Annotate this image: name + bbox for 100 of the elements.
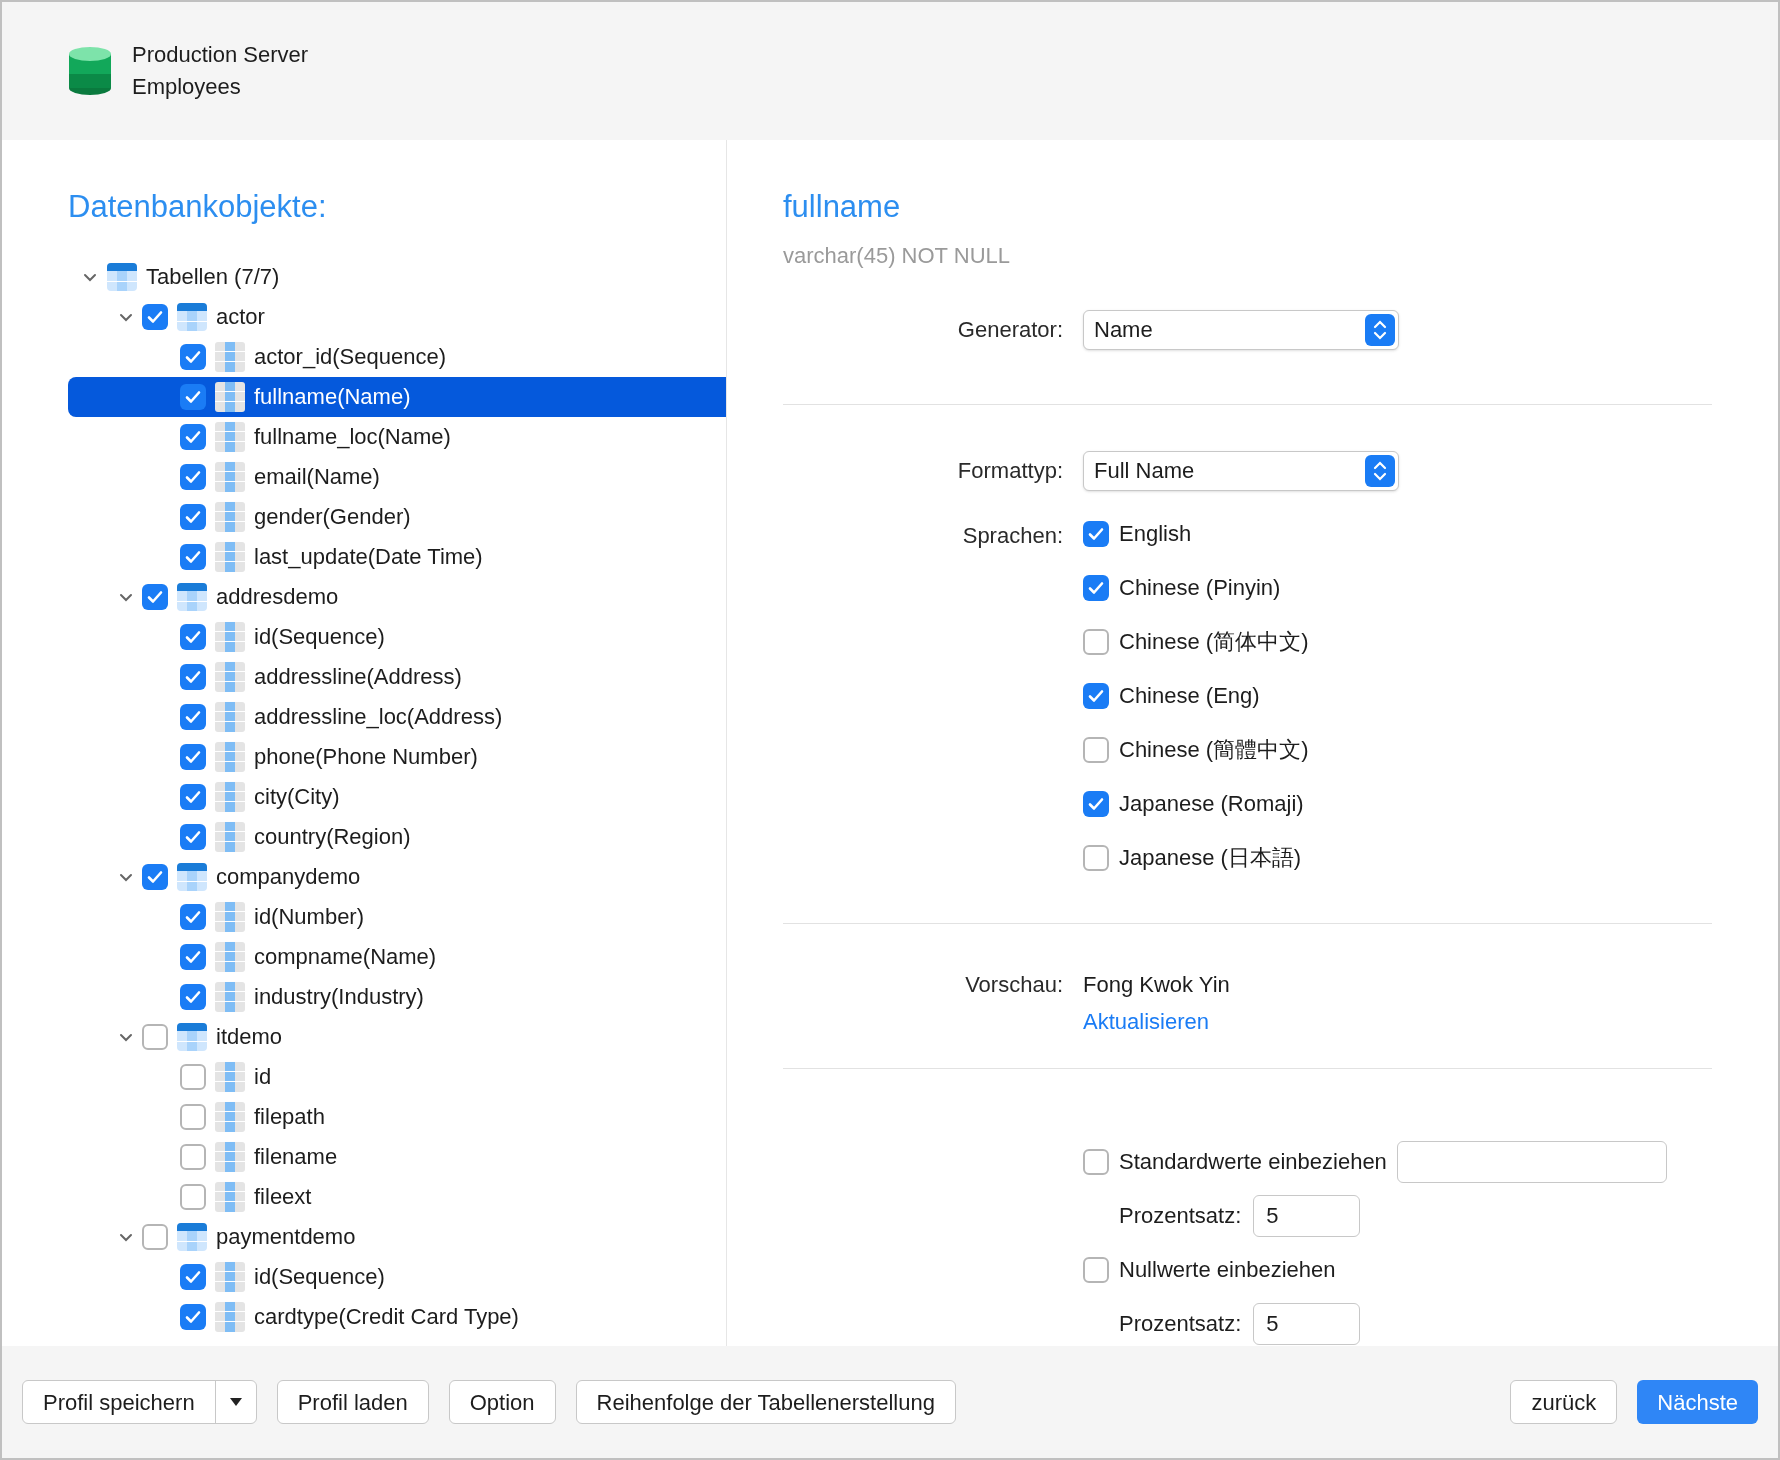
checkbox[interactable] [1083, 574, 1109, 601]
tree-item[interactable]: companydemo [68, 856, 726, 897]
tree-item[interactable]: filepath [68, 1096, 726, 1137]
checkbox[interactable] [180, 743, 206, 770]
tree-label: itdemo [216, 1023, 283, 1051]
tree-item[interactable]: city(City) [68, 776, 726, 817]
checkbox[interactable] [1083, 1148, 1109, 1175]
checkbox[interactable] [180, 823, 206, 850]
checkbox[interactable] [180, 1143, 206, 1170]
select-field[interactable]: Name [1083, 309, 1399, 350]
tree-label: addresdemo [216, 583, 339, 611]
checkbox[interactable] [1083, 682, 1109, 709]
checkbox[interactable] [180, 343, 206, 370]
option-button[interactable]: Option [448, 1380, 556, 1424]
checkbox[interactable] [180, 383, 206, 410]
column-title: fullname [783, 188, 902, 226]
table-icon [176, 860, 208, 893]
tree-item[interactable]: phone(Phone Number) [68, 736, 726, 777]
column-icon [214, 900, 246, 933]
input-field[interactable] [1396, 1140, 1667, 1183]
column-icon [214, 460, 246, 493]
tree-item[interactable]: actor [68, 296, 726, 337]
column-icon [214, 780, 246, 813]
column-type: varchar(45) NOT NULL [783, 241, 1011, 270]
checkbox[interactable] [180, 423, 206, 450]
checkbox[interactable] [180, 663, 206, 690]
tree-item[interactable]: addresdemo [68, 576, 726, 617]
tree-item[interactable]: fullname_loc(Name) [68, 416, 726, 457]
tree-item[interactable]: fullname(Name) [68, 376, 726, 417]
checkbox[interactable] [1083, 844, 1109, 871]
save-profile-button[interactable]: Profil speichern [22, 1380, 257, 1424]
tree-item[interactable]: addressline(Address) [68, 656, 726, 697]
checkbox[interactable] [142, 1223, 168, 1250]
tree-item[interactable]: itdemo [68, 1016, 726, 1057]
tree-item[interactable]: compname(Name) [68, 936, 726, 977]
column-icon [214, 660, 246, 693]
checkbox[interactable] [180, 943, 206, 970]
tree-label: filepath [254, 1103, 325, 1131]
percent-label: Prozentsatz: [1119, 1310, 1242, 1338]
checkbox[interactable] [142, 1023, 168, 1050]
checkbox[interactable] [142, 303, 168, 330]
checkbox[interactable] [180, 1263, 206, 1290]
tree-item[interactable]: id [68, 1056, 726, 1097]
tree-item[interactable]: actor_id(Sequence) [68, 336, 726, 377]
tree-item[interactable]: id(Sequence) [68, 1256, 726, 1297]
checkbox[interactable] [180, 703, 206, 730]
column-icon [214, 980, 246, 1013]
checkbox[interactable] [180, 623, 206, 650]
checkbox[interactable] [180, 903, 206, 930]
checkbox[interactable] [180, 1183, 206, 1210]
checkbox[interactable] [1083, 520, 1109, 547]
tree-item[interactable]: addressline_loc(Address) [68, 696, 726, 737]
tree-item[interactable]: gender(Gender) [68, 496, 726, 537]
select-field[interactable]: Full Name [1083, 450, 1399, 491]
checkbox[interactable] [142, 863, 168, 890]
tree-item[interactable]: industry(Industry) [68, 976, 726, 1017]
checkbox[interactable] [180, 983, 206, 1010]
panel-title: Datenbankobjekte: [68, 188, 328, 226]
checkbox[interactable] [1083, 790, 1109, 817]
refresh-link[interactable]: Aktualisieren [1083, 1004, 1230, 1038]
tree-item[interactable]: Tabellen (7/7) [68, 256, 726, 297]
language-label: Chinese (簡體中文) [1119, 736, 1309, 764]
column-icon [214, 500, 246, 533]
tree-item[interactable]: cardtype(Credit Card Type) [68, 1296, 726, 1337]
tree-label: cardtype(Credit Card Type) [254, 1303, 519, 1331]
checkbox[interactable] [180, 1303, 206, 1330]
percent-field[interactable]: 5 [1253, 1194, 1361, 1237]
next-button[interactable]: Nächste [1637, 1380, 1758, 1424]
checkbox[interactable] [180, 1063, 206, 1090]
checkbox[interactable] [180, 1103, 206, 1130]
tree-item[interactable]: fileext [68, 1176, 726, 1217]
option-label: Nullwerte einbeziehen [1119, 1256, 1336, 1284]
tree-label: compname(Name) [254, 943, 437, 971]
tree-label: actor [216, 303, 265, 331]
checkbox[interactable] [180, 463, 206, 490]
tree-item[interactable]: paymentdemo [68, 1216, 726, 1257]
tree-item[interactable]: id(Sequence) [68, 616, 726, 657]
tree-item[interactable]: id(Number) [68, 896, 726, 937]
tree-item[interactable]: country(Region) [68, 816, 726, 857]
tree-label: email(Name) [254, 463, 380, 491]
table-icon [176, 1220, 208, 1253]
checkbox[interactable] [1083, 628, 1109, 655]
table-order-button[interactable]: Reihenfolge der Tabellenerstellung [575, 1380, 956, 1424]
option-label: Standardwerte einbeziehen [1119, 1148, 1387, 1176]
checkbox[interactable] [1083, 736, 1109, 763]
checkbox[interactable] [180, 783, 206, 810]
column-icon [214, 820, 246, 853]
tree-label: id(Sequence) [254, 623, 385, 651]
checkbox[interactable] [180, 503, 206, 530]
database-icon [68, 46, 112, 96]
percent-field[interactable]: 5 [1253, 1302, 1361, 1345]
tree-item[interactable]: filename [68, 1136, 726, 1177]
tree-label: city(City) [254, 783, 340, 811]
load-profile-button[interactable]: Profil laden [276, 1380, 429, 1424]
checkbox[interactable] [180, 543, 206, 570]
tree-item[interactable]: last_update(Date Time) [68, 536, 726, 577]
tree-item[interactable]: email(Name) [68, 456, 726, 497]
back-button[interactable]: zurück [1510, 1380, 1618, 1424]
checkbox[interactable] [142, 583, 168, 610]
checkbox[interactable] [1083, 1256, 1109, 1283]
